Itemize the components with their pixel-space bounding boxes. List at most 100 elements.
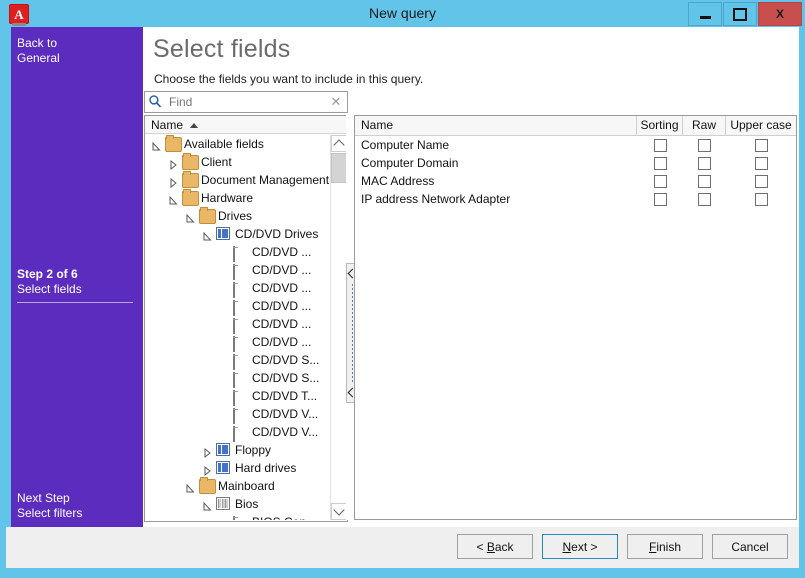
back-button[interactable]: < Back <box>457 534 533 559</box>
raw-checkbox[interactable] <box>698 192 711 206</box>
tree-scrollbar[interactable] <box>330 135 347 520</box>
table-icon <box>216 227 231 240</box>
expand-triangle-icon[interactable] <box>202 445 212 459</box>
finish-button[interactable]: Finish <box>627 534 703 559</box>
page-subtitle: Choose the fields you want to include in… <box>154 72 424 86</box>
tree-item[interactable]: CD/DVD S... <box>145 369 330 388</box>
grid-header-raw[interactable]: Raw <box>683 116 726 135</box>
chevron-up-icon <box>333 139 345 151</box>
raw-cell <box>683 138 726 152</box>
tree-item[interactable]: Floppy <box>145 441 330 459</box>
raw-checkbox[interactable] <box>698 156 711 170</box>
scroll-up-button[interactable] <box>331 135 347 152</box>
tree-item[interactable]: CD/DVD ... <box>145 279 330 298</box>
tree-item[interactable]: BIOS Con... <box>145 513 330 520</box>
raw-checkbox[interactable] <box>698 174 711 188</box>
next-step-block: Next Step Select filters <box>17 491 133 521</box>
tree-item-label: Hardware <box>201 191 254 205</box>
sorting-checkbox[interactable] <box>653 192 667 206</box>
current-step-name: Select fields <box>17 282 82 296</box>
collapse-triangle-icon[interactable] <box>151 139 161 151</box>
table-row[interactable]: IP address Network Adapter <box>355 190 796 208</box>
tree-item[interactable]: CD/DVD V... <box>145 423 330 442</box>
table-row[interactable]: Computer Domain <box>355 154 796 172</box>
footer-button-row: < Back Next > Finish Cancel <box>457 534 788 559</box>
scrollbar-thumb[interactable] <box>331 153 347 183</box>
tree-item-label: CD/DVD V... <box>252 407 319 421</box>
collapse-triangle-icon[interactable] <box>185 481 195 493</box>
sorting-cell <box>637 156 683 170</box>
tree-item-label: CD/DVD ... <box>252 245 312 259</box>
tree-item[interactable]: CD/DVD ... <box>145 333 330 352</box>
tree-item[interactable]: CD/DVD Drives <box>145 225 330 243</box>
tree-item[interactable]: Hardware <box>145 189 330 207</box>
upper-case-checkbox[interactable] <box>754 156 768 170</box>
tree-item-label: CD/DVD T... <box>252 389 318 403</box>
upper-case-checkbox[interactable] <box>754 192 768 206</box>
folder-icon <box>182 153 199 170</box>
expand-triangle-icon[interactable] <box>168 175 178 189</box>
window-right-edge <box>799 27 805 578</box>
cancel-button[interactable]: Cancel <box>712 534 788 559</box>
collapse-triangle-icon[interactable] <box>168 193 178 205</box>
raw-checkbox[interactable] <box>698 138 711 152</box>
field-name-cell: IP address Network Adapter <box>361 192 511 206</box>
tree-item[interactable]: CD/DVD ... <box>145 297 330 316</box>
maximize-button[interactable] <box>723 2 757 26</box>
grid-header-name[interactable]: Name <box>355 116 637 135</box>
tree-item[interactable]: Bios <box>145 495 330 513</box>
field-icon <box>233 263 248 280</box>
tree-item-label: Available fields <box>184 137 264 151</box>
upper-case-checkbox[interactable] <box>754 138 768 152</box>
find-box[interactable]: ✕ <box>144 91 348 113</box>
back-to-general-link[interactable]: Back to General <box>17 36 132 66</box>
tree-item-label: BIOS Con... <box>252 513 316 520</box>
available-fields-tree: Name Available fields Client Document Mana… <box>144 115 348 522</box>
tree-item[interactable]: CD/DVD V... <box>145 405 330 424</box>
collapse-triangle-icon[interactable] <box>202 229 212 241</box>
sort-ascending-icon <box>190 123 198 128</box>
tree-body[interactable]: Available fields Client Document Managemen… <box>145 135 330 520</box>
tree-item[interactable]: Drives <box>145 207 330 225</box>
table-row[interactable]: Computer Name <box>355 136 796 154</box>
sorting-checkbox[interactable] <box>653 156 667 170</box>
tree-item[interactable]: Document Management <box>145 171 330 189</box>
close-button[interactable]: X <box>758 2 802 26</box>
expand-triangle-icon[interactable] <box>168 157 178 171</box>
tree-item[interactable]: CD/DVD ... <box>145 261 330 280</box>
tree-item[interactable]: CD/DVD ... <box>145 315 330 334</box>
upper-case-checkbox[interactable] <box>754 174 768 188</box>
clear-icon[interactable]: ✕ <box>330 94 342 109</box>
next-button[interactable]: Next > <box>542 534 618 559</box>
scroll-down-button[interactable] <box>331 503 347 520</box>
collapse-triangle-icon[interactable] <box>185 211 195 223</box>
expand-triangle-icon[interactable] <box>202 463 212 477</box>
search-icon <box>149 95 162 108</box>
grid-header-upper-case[interactable]: Upper case <box>726 116 796 135</box>
tree-item-label: CD/DVD V... <box>252 425 319 439</box>
tree-item[interactable]: Available fields <box>145 135 330 153</box>
search-input[interactable] <box>167 92 326 113</box>
field-icon <box>233 425 248 442</box>
tree-column-header[interactable]: Name <box>145 116 347 134</box>
grid-body: Computer Name Computer Domain MAC Address I… <box>355 136 796 208</box>
tree-item[interactable]: Client <box>145 153 330 171</box>
table-row[interactable]: MAC Address <box>355 172 796 190</box>
upper-case-cell <box>726 138 796 152</box>
sorting-checkbox[interactable] <box>653 174 667 188</box>
collapse-triangle-icon[interactable] <box>202 499 212 511</box>
tree-item[interactable]: Hard drives <box>145 459 330 477</box>
tree-item[interactable]: CD/DVD T... <box>145 387 330 406</box>
minimize-icon <box>699 15 711 19</box>
wizard-dialog: Back to General Step 2 of 6 Select field… <box>6 27 799 568</box>
application-window: A New query X Back to General Step 2 of … <box>0 0 805 578</box>
tree-item[interactable]: Mainboard <box>145 477 330 495</box>
tree-item[interactable]: CD/DVD S... <box>145 351 330 370</box>
minimize-button[interactable] <box>688 2 722 26</box>
grid-header-sorting[interactable]: Sorting <box>637 116 683 135</box>
raw-cell <box>683 174 726 188</box>
sorting-checkbox[interactable] <box>653 138 667 152</box>
dialog-footer: < Back Next > Finish Cancel <box>6 527 799 568</box>
wizard-sidebar: Back to General Step 2 of 6 Select field… <box>6 27 143 527</box>
tree-item[interactable]: CD/DVD ... <box>145 243 330 262</box>
